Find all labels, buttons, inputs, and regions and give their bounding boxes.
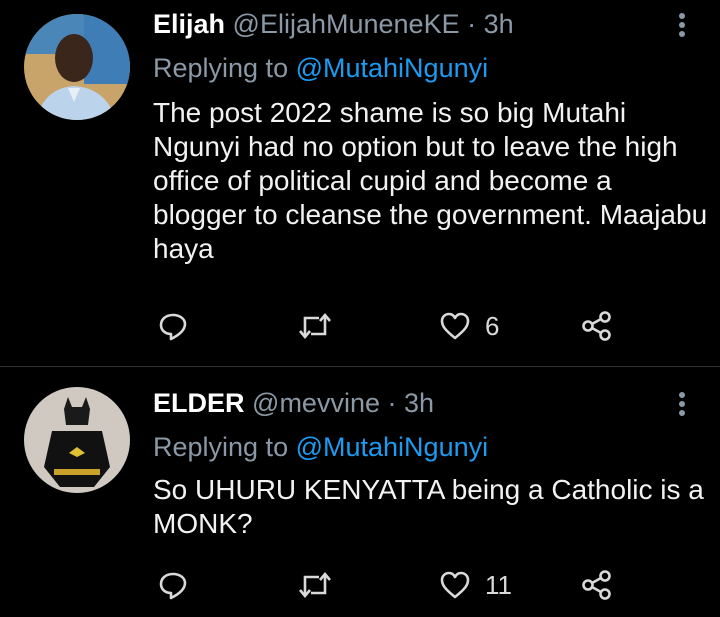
replying-to: Replying to @MutahiNgunyi: [153, 431, 488, 463]
tweet-2[interactable]: ELDER @mevvine · 3h Replying to @MutahiN…: [0, 367, 720, 617]
retweet-button[interactable]: [297, 306, 347, 346]
share-button[interactable]: [581, 565, 613, 605]
tweet-1[interactable]: Elijah @ElijahMuneneKE · 3h Replying to …: [0, 0, 720, 366]
avatar[interactable]: [24, 14, 130, 120]
tweet-header: Elijah @ElijahMuneneKE · 3h: [153, 8, 514, 40]
replying-prefix: Replying to: [153, 53, 289, 83]
retweet-icon: [299, 571, 331, 599]
reply-button[interactable]: [157, 565, 189, 605]
tweet-text: The post 2022 shame is so big Mutahi Ngu…: [153, 97, 708, 264]
heart-icon: [440, 312, 470, 340]
reply-button[interactable]: [157, 306, 189, 346]
timestamp[interactable]: · 3h: [467, 9, 514, 39]
mention-link[interactable]: @MutahiNgunyi: [296, 53, 489, 83]
display-name[interactable]: ELDER: [153, 388, 245, 418]
like-count: 11: [485, 569, 512, 600]
user-handle[interactable]: @ElijahMuneneKE: [233, 9, 460, 39]
timestamp[interactable]: · 3h: [388, 388, 435, 418]
more-icon[interactable]: [672, 389, 692, 429]
replying-prefix: Replying to: [153, 432, 289, 462]
retweet-icon: [299, 312, 331, 340]
heart-icon: [440, 571, 470, 599]
share-button[interactable]: [581, 306, 613, 346]
tweet-text: So UHURU KENYATTA being a Catholic is a …: [153, 474, 704, 539]
action-bar: 6: [153, 306, 673, 346]
share-icon: [582, 311, 611, 341]
action-bar: 11: [153, 565, 673, 605]
reply-icon: [159, 313, 187, 341]
user-handle[interactable]: @mevvine: [252, 388, 380, 418]
replying-to: Replying to @MutahiNgunyi: [153, 52, 488, 84]
like-button[interactable]: 6: [439, 306, 499, 346]
share-icon: [582, 570, 611, 600]
mention-link[interactable]: @MutahiNgunyi: [296, 432, 489, 462]
like-button[interactable]: 11: [439, 565, 512, 605]
retweet-button[interactable]: [297, 565, 347, 605]
avatar[interactable]: [24, 387, 130, 493]
like-count: 6: [485, 310, 500, 341]
reply-icon: [159, 572, 187, 600]
display-name[interactable]: Elijah: [153, 9, 225, 39]
more-icon[interactable]: [672, 10, 692, 50]
tweet-header: ELDER @mevvine · 3h: [153, 387, 434, 419]
